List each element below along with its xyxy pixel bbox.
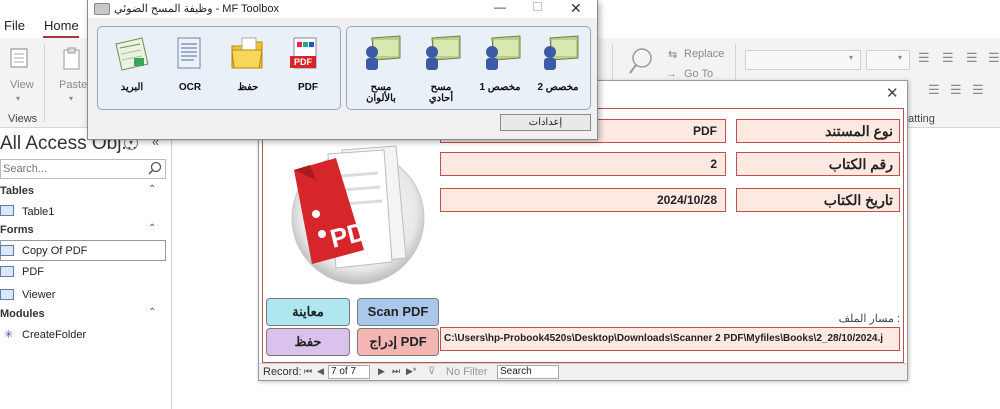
close-icon[interactable]: ✕ [886, 84, 899, 102]
numbered-list-icon[interactable]: ☰ [942, 50, 954, 66]
nav-group-modules[interactable]: Modules [0, 308, 45, 320]
custom1-label[interactable]: مخصص 1 [476, 82, 524, 93]
minimize-icon[interactable]: — [494, 0, 506, 14]
nav-item-copy-of-pdf[interactable]: Copy Of PDF [22, 245, 87, 257]
paste-button-label[interactable]: Paste [59, 79, 87, 91]
save-button[interactable]: حفظ [266, 328, 350, 356]
align-center-icon[interactable]: ☰ [950, 82, 962, 98]
tab-home[interactable]: Home [44, 18, 79, 33]
record-search-input[interactable]: Search [497, 365, 559, 379]
insert-pdf-button[interactable]: إدراج PDF [357, 328, 439, 356]
replace-button[interactable]: Replace [684, 48, 724, 60]
svg-text:PDF: PDF [294, 57, 313, 67]
scan-pdf-button[interactable]: Scan PDF [357, 298, 439, 326]
paste-icon[interactable] [60, 46, 84, 72]
prev-record-icon[interactable]: ◀ [317, 366, 324, 377]
goto-arrow-icon[interactable]: → [666, 68, 677, 80]
ocr-icon[interactable] [170, 34, 210, 77]
collapse-group-icon[interactable]: ⌃ [148, 307, 156, 318]
goto-button[interactable]: Go To [684, 68, 713, 80]
nav-item-pdf[interactable]: PDF [22, 266, 44, 278]
pdf-label[interactable]: PDF [284, 82, 332, 93]
replace-icon[interactable]: ⇆ [668, 48, 677, 61]
align-left-icon[interactable]: ☰ [928, 82, 940, 98]
form-icon [0, 289, 14, 300]
table-icon [0, 205, 14, 216]
filter-icon[interactable]: ⊽ [428, 366, 435, 377]
outdent-icon[interactable]: ☰ [988, 50, 1000, 66]
toolbox-title: وظيفة المسح الضوئي - MF Toolbox [114, 3, 279, 15]
text-formatting-group-label: atting [908, 113, 935, 125]
find-icon[interactable] [628, 46, 658, 76]
file-path-value[interactable]: C:\Users\hp-Probook4520s\Desktop\Downloa… [440, 327, 900, 351]
nav-item-createfolder[interactable]: CreateFolder [22, 329, 86, 341]
no-filter-label[interactable]: No Filter [446, 366, 488, 378]
ocr-label[interactable]: OCR [166, 82, 214, 93]
toolbox-close-icon[interactable]: ✕ [570, 0, 582, 17]
chevron-down-icon[interactable]: ▾ [898, 53, 902, 62]
new-record-icon[interactable]: ▶* [406, 366, 416, 377]
mail-icon[interactable] [112, 34, 152, 77]
nav-search-input[interactable] [0, 159, 166, 179]
collapse-group-icon[interactable]: ⌃ [148, 184, 156, 195]
last-record-icon[interactable]: ⏭ [392, 366, 400, 377]
first-record-icon[interactable]: ⏮ [304, 366, 312, 377]
custom2-scan-icon[interactable] [538, 32, 580, 77]
nav-item-viewer[interactable]: Viewer [22, 289, 55, 301]
form-icon [0, 245, 14, 256]
views-group-label: Views [8, 113, 38, 125]
ribbon-divider [44, 44, 45, 122]
nav-group-forms[interactable]: Forms [0, 224, 34, 236]
book-date-label: تاريخ الكتاب [736, 188, 900, 212]
book-number-value[interactable]: 2 [440, 152, 726, 176]
preview-button[interactable]: معاينة [266, 298, 350, 326]
pdf-document-icon [280, 140, 440, 285]
view-dropdown-icon[interactable]: ▾ [16, 94, 20, 103]
record-number-input[interactable]: 7 of 7 [328, 365, 370, 379]
book-date-value[interactable]: 2024/10/28 [440, 188, 726, 212]
view-button-label[interactable]: View [10, 79, 34, 91]
record-label: Record: [263, 366, 302, 378]
file-path-label: مسار الملف : [838, 313, 900, 325]
scan-color-icon[interactable] [360, 32, 402, 77]
scanner-app-icon [94, 3, 110, 15]
chevron-down-icon[interactable]: ▾ [849, 53, 853, 62]
scan-color-label[interactable]: مسح بالألوان [364, 82, 398, 104]
scan-mono-icon[interactable] [420, 32, 462, 77]
view-icon[interactable] [8, 46, 32, 72]
save-label[interactable]: حفظ [224, 82, 272, 93]
pdf-icon[interactable]: PDF [286, 34, 326, 77]
align-right-icon[interactable]: ☰ [972, 82, 984, 98]
maximize-icon[interactable]: ☐ [532, 0, 543, 14]
font-name-select[interactable] [745, 50, 861, 70]
font-size-select[interactable] [866, 50, 910, 70]
search-icon[interactable] [148, 161, 162, 178]
tab-file[interactable]: File [4, 18, 25, 33]
settings-button[interactable]: إعدادات [500, 114, 591, 131]
doc-type-label: نوع المستند [736, 119, 900, 143]
nav-item-table1[interactable]: Table1 [22, 206, 54, 218]
custom2-label[interactable]: مخصص 2 [534, 82, 582, 93]
bullet-list-icon[interactable]: ☰ [918, 50, 930, 66]
indent-icon[interactable]: ☰ [966, 50, 978, 66]
custom1-scan-icon[interactable] [480, 32, 522, 77]
paste-dropdown-icon[interactable]: ▾ [69, 94, 73, 103]
save-folder-icon[interactable] [228, 34, 268, 77]
mail-label[interactable]: البريد [108, 82, 156, 93]
form-icon [0, 266, 14, 277]
module-icon: ✳ [4, 329, 14, 341]
collapse-group-icon[interactable]: ⌃ [148, 223, 156, 234]
scan-mono-label[interactable]: مسح أحادي [424, 82, 458, 104]
nav-group-tables[interactable]: Tables [0, 185, 34, 197]
next-record-icon[interactable]: ▶ [378, 366, 385, 377]
book-number-label: رقم الكتاب [736, 152, 900, 176]
